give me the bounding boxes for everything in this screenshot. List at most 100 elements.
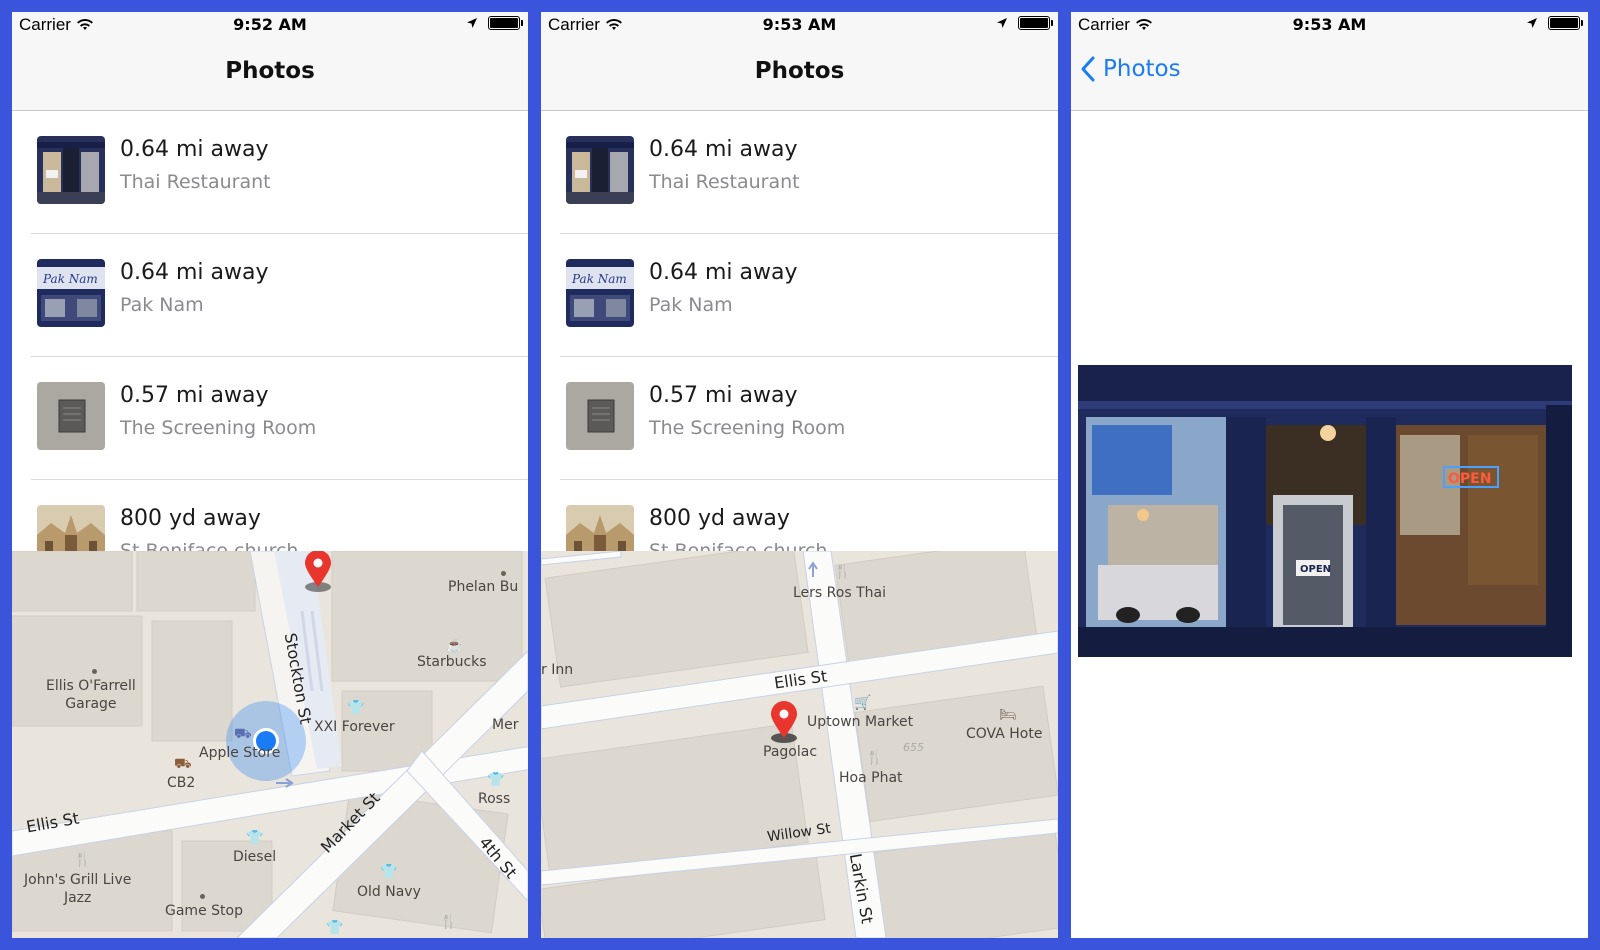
nav-bar: Photos <box>541 38 1058 111</box>
place-name: Thai Restaurant <box>649 171 800 193</box>
location-arrow-icon <box>1527 18 1537 28</box>
place-label-starbucks: Starbucks <box>417 654 487 670</box>
distance-label: 0.64 mi away <box>649 260 798 285</box>
status-bar: Carrier 9:53 AM <box>541 12 1058 38</box>
status-bar: Carrier 9:52 AM <box>12 12 528 38</box>
distance-label: 800 yd away <box>120 506 261 531</box>
place-label-mer: Mer <box>492 717 519 733</box>
place-name: Pak Nam <box>649 294 733 316</box>
list-item[interactable]: Pak Nam 0.64 mi away Pak Nam <box>12 234 528 357</box>
place-label-cova: COVA Hote <box>966 726 1043 742</box>
nav-title: Photos <box>225 58 315 84</box>
place-label-uptown: Uptown Market <box>807 714 914 730</box>
distance-label: 0.64 mi away <box>649 137 798 162</box>
list-item[interactable]: 0.64 mi away Thai Restaurant <box>541 111 1058 234</box>
status-time: 9:52 AM <box>233 15 307 34</box>
thumbnail-image <box>566 136 634 204</box>
place-name: The Screening Room <box>120 417 317 439</box>
place-label-xxi: XXI Forever <box>314 719 395 735</box>
list-item[interactable]: 0.57 mi away The Screening Room <box>12 357 528 480</box>
back-button[interactable]: Photos <box>1081 56 1181 82</box>
distance-label: 800 yd away <box>649 506 790 531</box>
list-item[interactable]: 0.64 mi away Thai Restaurant <box>12 111 528 234</box>
location-arrow-icon <box>467 18 477 28</box>
map-view[interactable]: 🍴 Lers Ros Thai r Inn 🛒 Uptown Market 🛏 … <box>541 551 1058 938</box>
location-arrow-icon <box>997 18 1007 28</box>
status-right <box>466 16 523 30</box>
place-name: The Screening Room <box>649 417 846 439</box>
clothing-icon: 👕 <box>347 699 365 715</box>
list-item[interactable]: 800 yd away St Boniface church <box>12 480 528 551</box>
shopping-cart-icon: 🛒 <box>854 694 872 710</box>
shopping-bag-icon: ⛟ <box>234 725 252 741</box>
svg-text:Pak Nam: Pak Nam <box>571 272 627 286</box>
place-name: St Boniface church <box>649 540 828 551</box>
poi-dot <box>200 894 205 899</box>
clothing-icon: 👕 <box>487 771 505 787</box>
distance-label: 0.57 mi away <box>649 383 798 408</box>
shopping-bag-icon: ⛟ <box>174 755 192 771</box>
place-name: St Boniface church <box>120 540 299 551</box>
screen-list-map-1: Carrier 9:52 AM Photos 0.64 mi away Thai… <box>12 12 528 938</box>
back-label: Photos <box>1103 56 1181 82</box>
place-label-cb2: CB2 <box>167 775 196 791</box>
cafe-icon: ☕ <box>446 637 464 653</box>
place-label-apple: Apple Store <box>199 745 281 761</box>
battery-icon <box>488 16 523 30</box>
place-label-pagolac: Pagolac <box>763 744 818 760</box>
poi-dot <box>92 669 97 674</box>
photo-list[interactable]: 0.64 mi away Thai Restaurant Pak Nam 0.6… <box>541 111 1058 551</box>
status-right <box>996 16 1053 30</box>
place-label-johns: John's Grill Live Jazz <box>24 872 132 906</box>
distance-label: 0.64 mi away <box>120 260 269 285</box>
map-view[interactable]: Phelan Bu ☕ Starbucks Ellis O'Farrell Ga… <box>12 551 528 938</box>
place-label-game-stop: Game Stop <box>165 903 243 919</box>
place-name: Pak Nam <box>120 294 204 316</box>
clothing-icon: 👕 <box>326 919 344 935</box>
list-item[interactable]: 0.57 mi away The Screening Room <box>541 357 1058 480</box>
place-label-ellis-garage: Ellis O'Farrell Garage <box>46 678 136 712</box>
restaurant-icon: 🍴 <box>834 563 852 579</box>
list-item[interactable]: 800 yd away St Boniface church <box>541 480 1058 551</box>
storefront-photo: OPEN OPEN <box>1078 365 1572 657</box>
place-label-phelan: Phelan Bu <box>448 579 519 595</box>
place-label-lers: Lers Ros Thai <box>793 585 886 601</box>
list-item[interactable]: Pak Nam 0.64 mi away Pak Nam <box>541 234 1058 357</box>
address-number: 655 <box>903 741 924 754</box>
thumbnail-image: Pak Nam <box>566 259 634 327</box>
screen-list-map-2: Carrier 9:53 AM Photos 0.64 mi away Thai… <box>541 12 1058 938</box>
place-label-diesel: Diesel <box>233 849 277 865</box>
place-name: Thai Restaurant <box>120 171 271 193</box>
place-label-inn: r Inn <box>541 662 574 678</box>
poi-dot <box>501 571 506 576</box>
status-time: 9:53 AM <box>762 15 837 34</box>
status-bar: Carrier 9:53 AM <box>1071 12 1588 38</box>
svg-text:OPEN: OPEN <box>1300 564 1331 575</box>
place-label-ross: Ross <box>478 791 511 807</box>
nav-title: Photos <box>754 58 845 84</box>
restaurant-icon: 🍴 <box>74 851 92 867</box>
restaurant-icon: 🍴 <box>440 913 458 929</box>
thumbnail-image <box>566 505 634 551</box>
thumbnail-image <box>37 382 105 450</box>
place-label-old-navy: Old Navy <box>357 884 421 900</box>
place-label-hoa: Hoa Phat <box>839 770 903 786</box>
status-right <box>1526 16 1583 30</box>
thumbnail-image <box>37 505 105 551</box>
chevron-left-icon <box>1081 56 1095 82</box>
nav-bar: Photos <box>1071 38 1588 111</box>
distance-label: 0.64 mi away <box>120 137 269 162</box>
screen-photo-detail: Carrier 9:53 AM Photos OPEN OPEN <box>1071 12 1588 938</box>
hotel-icon: 🛏 <box>999 706 1017 722</box>
clothing-icon: 👕 <box>246 829 264 845</box>
photo-list[interactable]: 0.64 mi away Thai Restaurant Pak Nam 0.6… <box>12 111 528 551</box>
clothing-icon: 👕 <box>380 863 398 879</box>
battery-icon <box>1548 16 1583 30</box>
battery-icon <box>1018 16 1053 30</box>
thumbnail-image <box>566 382 634 450</box>
svg-text:Pak Nam: Pak Nam <box>42 272 98 286</box>
distance-label: 0.57 mi away <box>120 383 269 408</box>
svg-text:OPEN: OPEN <box>1448 471 1491 487</box>
thumbnail-image <box>37 136 105 204</box>
restaurant-icon: 🍴 <box>866 749 884 765</box>
